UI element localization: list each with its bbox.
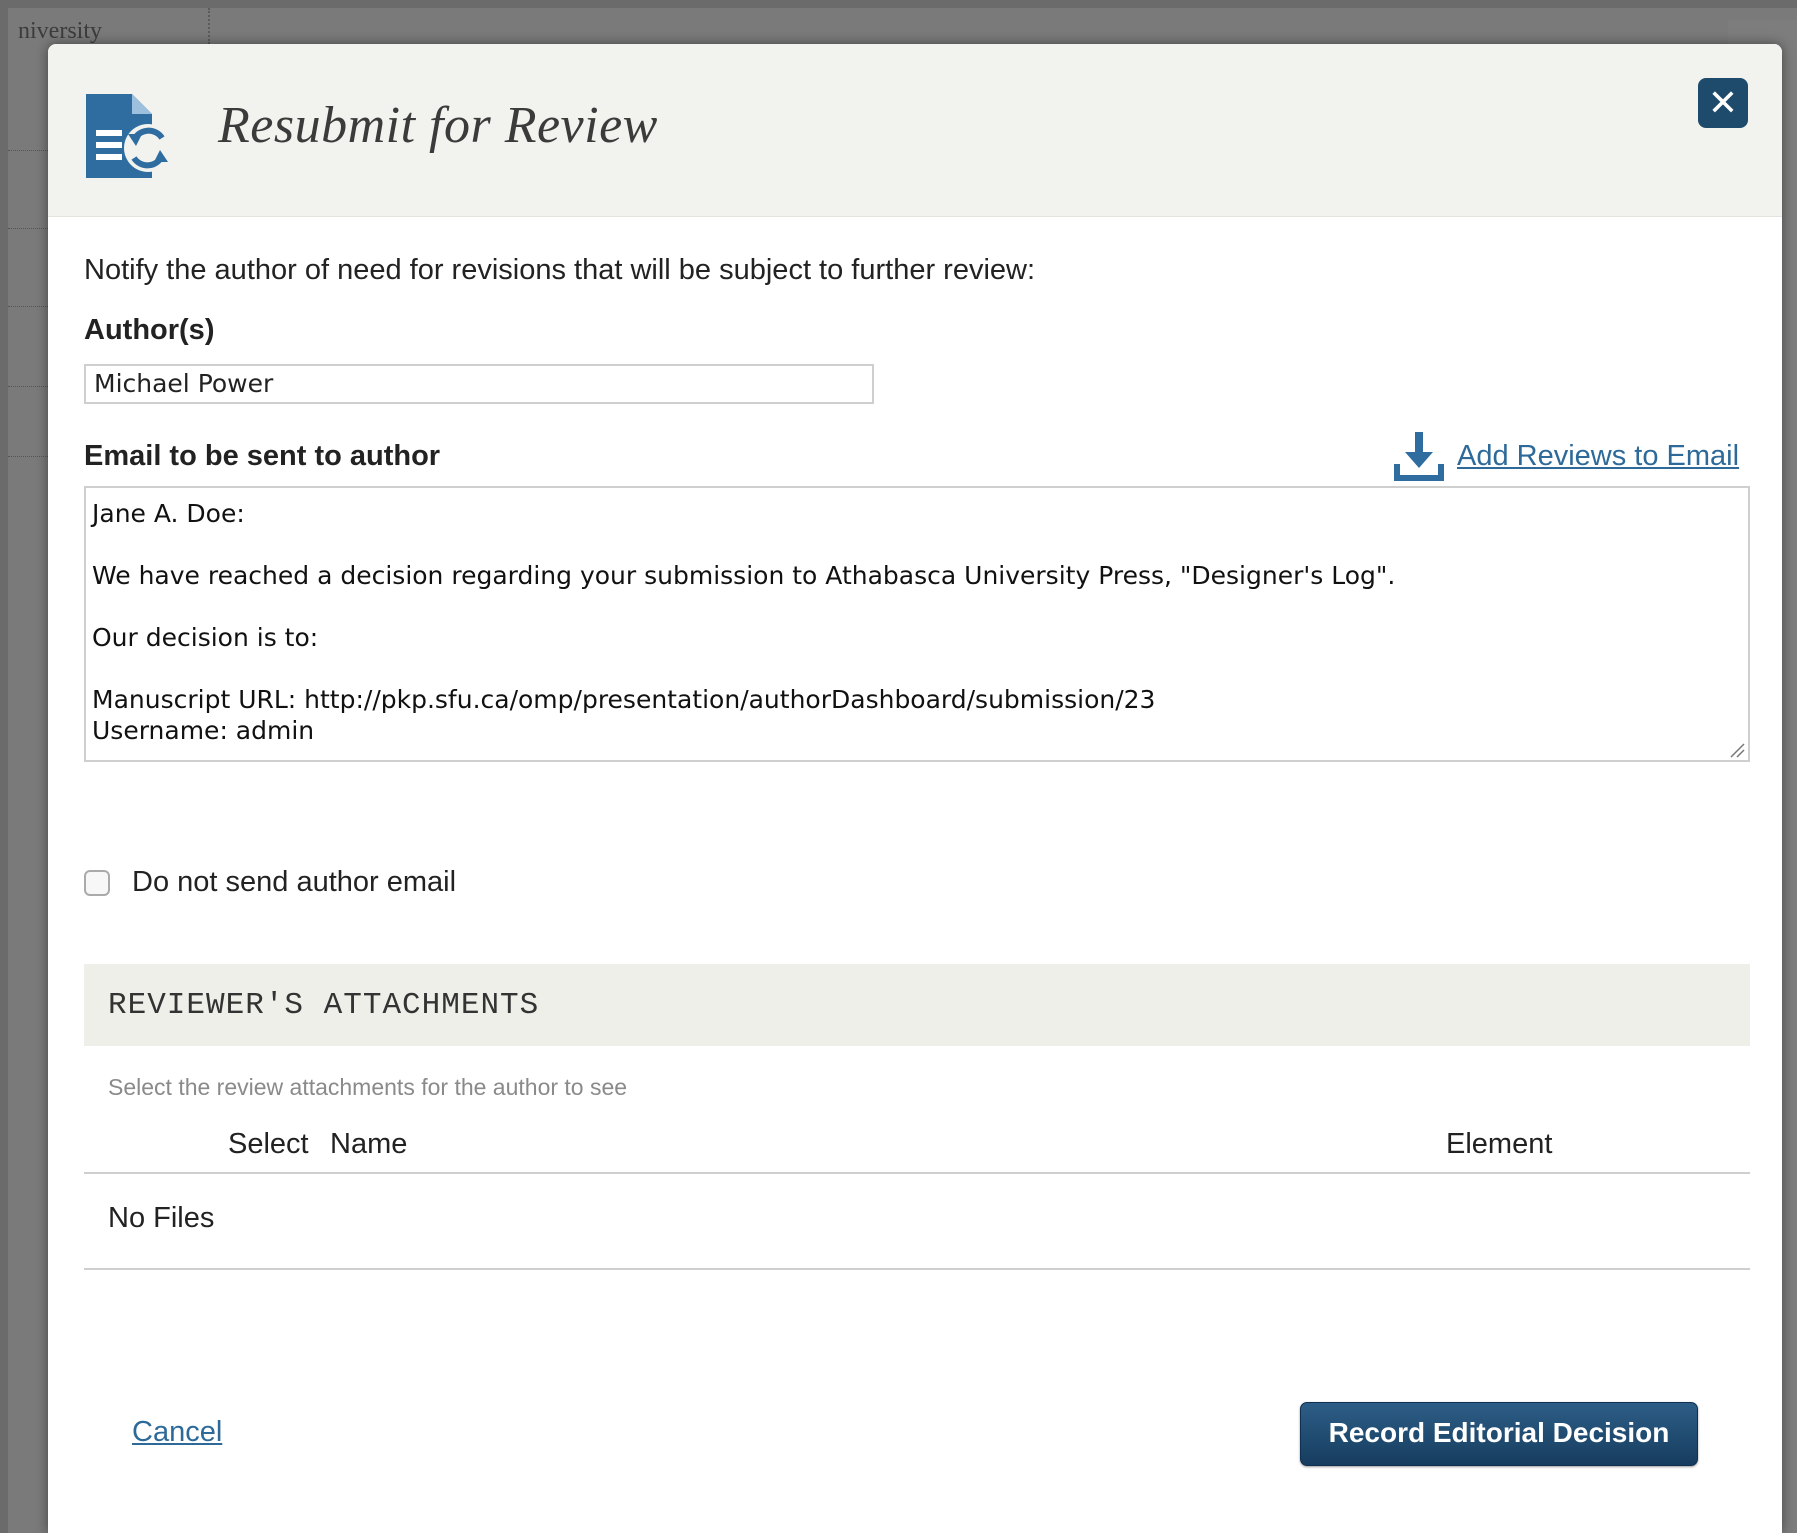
cancel-link[interactable]: Cancel <box>132 1416 222 1449</box>
dialog-header: Resubmit for Review ✕ <box>48 44 1782 217</box>
background-divider <box>8 456 48 458</box>
record-editorial-decision-button[interactable]: Record Editorial Decision <box>1300 1402 1698 1466</box>
resize-handle-icon[interactable] <box>1729 742 1745 758</box>
background-divider <box>8 150 48 152</box>
email-label: Email to be sent to author <box>84 440 441 472</box>
do-not-send-row: Do not send author email <box>84 866 456 899</box>
email-body-textarea[interactable] <box>84 486 1750 762</box>
background-divider <box>8 306 48 308</box>
background-header-strip: niversity <box>8 8 210 44</box>
download-icon <box>1393 430 1445 482</box>
do-not-send-checkbox[interactable] <box>84 869 110 896</box>
table-row: No Files <box>84 1172 1750 1270</box>
column-header-select: Select <box>228 1128 309 1160</box>
background-divider <box>8 386 48 388</box>
background-divider <box>8 228 48 230</box>
authors-label: Author(s) <box>84 314 215 346</box>
background-text: niversity <box>18 18 102 44</box>
column-header-element: Element <box>1446 1128 1553 1160</box>
intro-text: Notify the author of need for revisions … <box>84 254 1036 286</box>
resubmit-dialog: Resubmit for Review ✕ Notify the author … <box>48 44 1782 1533</box>
empty-state-text: No Files <box>108 1202 215 1234</box>
add-reviews-to-email-link[interactable]: Add Reviews to Email <box>1393 430 1739 482</box>
attachments-title: REVIEWER'S ATTACHMENTS <box>108 988 540 1023</box>
attachments-subtitle: Select the review attachments for the au… <box>108 1074 628 1100</box>
attachments-header: REVIEWER'S ATTACHMENTS <box>84 964 1750 1046</box>
add-reviews-label[interactable]: Add Reviews to Email <box>1457 440 1739 473</box>
attachments-table-header: Select Name Element <box>84 1118 1750 1174</box>
close-button[interactable]: ✕ <box>1698 78 1748 128</box>
close-icon: ✕ <box>1707 82 1739 123</box>
authors-field[interactable]: Michael Power <box>84 364 874 404</box>
column-header-name: Name <box>330 1128 408 1160</box>
document-refresh-icon <box>80 82 184 186</box>
do-not-send-label[interactable]: Do not send author email <box>132 866 456 899</box>
dialog-title: Resubmit for Review <box>218 97 658 154</box>
